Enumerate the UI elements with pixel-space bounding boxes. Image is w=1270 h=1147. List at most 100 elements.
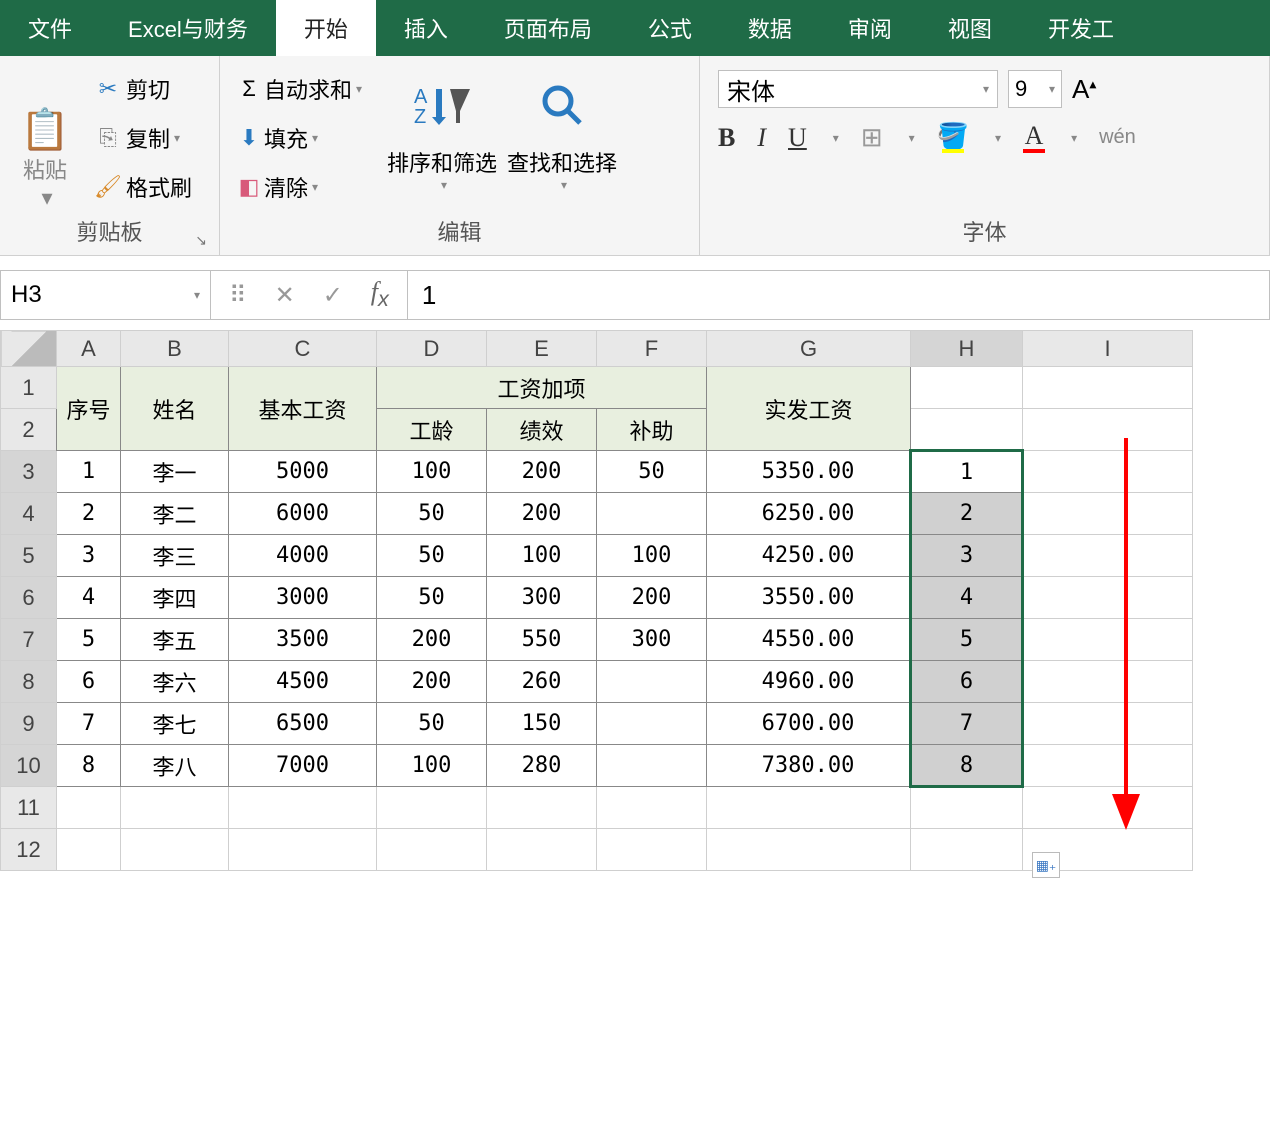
cell[interactable]: 300 <box>597 619 707 661</box>
cell[interactable] <box>707 787 911 829</box>
cell[interactable]: 8 <box>57 745 121 787</box>
cell[interactable]: 200 <box>377 661 487 703</box>
tab-file[interactable]: 文件 <box>0 0 100 56</box>
fill-button[interactable]: ⬇填充▾ <box>230 120 366 156</box>
phonetic-button[interactable]: wén <box>1099 126 1136 149</box>
cell[interactable] <box>57 829 121 871</box>
row-header[interactable]: 3 <box>1 451 57 493</box>
row-header[interactable]: 2 <box>1 409 57 451</box>
chevron-down-icon[interactable]: ▾ <box>1071 131 1077 145</box>
cell[interactable]: 50 <box>377 703 487 745</box>
row-header[interactable]: 10 <box>1 745 57 787</box>
clear-button[interactable]: ◧清除▾ <box>230 169 366 205</box>
row-header[interactable]: 8 <box>1 661 57 703</box>
cell[interactable] <box>597 703 707 745</box>
row-header[interactable]: 12 <box>1 829 57 871</box>
cell[interactable]: 3550.00 <box>707 577 911 619</box>
cell[interactable]: 100 <box>597 535 707 577</box>
col-header[interactable]: E <box>487 331 597 367</box>
cell[interactable]: 6 <box>57 661 121 703</box>
italic-button[interactable]: I <box>757 123 766 153</box>
cell[interactable]: 550 <box>487 619 597 661</box>
cell[interactable]: 5 <box>57 619 121 661</box>
tab-page-layout[interactable]: 页面布局 <box>476 0 620 56</box>
cell[interactable]: 李八 <box>121 745 229 787</box>
copy-button[interactable]: ⎘复制▾ <box>90 120 196 156</box>
cell[interactable]: 4000 <box>229 535 377 577</box>
row-header[interactable]: 11 <box>1 787 57 829</box>
row-header[interactable]: 6 <box>1 577 57 619</box>
cell[interactable]: 200 <box>487 493 597 535</box>
autofill-options-button[interactable]: ▦₊ <box>1032 852 1060 878</box>
tab-developer[interactable]: 开发工 <box>1020 0 1142 56</box>
bold-button[interactable]: B <box>718 123 735 153</box>
cell[interactable] <box>597 745 707 787</box>
cell[interactable]: 50 <box>377 577 487 619</box>
cell[interactable]: 李一 <box>121 451 229 493</box>
paste-button[interactable]: 📋 粘贴 ▾ <box>10 64 80 211</box>
borders-button[interactable]: ⊞ <box>861 122 883 153</box>
col-header[interactable]: I <box>1023 331 1193 367</box>
row-header[interactable]: 7 <box>1 619 57 661</box>
cell[interactable] <box>911 409 1023 451</box>
formula-input[interactable]: 1 <box>408 271 1269 319</box>
cell[interactable]: 补助 <box>597 409 707 451</box>
row-header[interactable]: 9 <box>1 703 57 745</box>
cell[interactable]: 工龄 <box>377 409 487 451</box>
cell[interactable] <box>121 787 229 829</box>
select-all-corner[interactable] <box>1 331 57 367</box>
cell[interactable]: 150 <box>487 703 597 745</box>
cell[interactable]: 50 <box>377 493 487 535</box>
cell[interactable]: 5350.00 <box>707 451 911 493</box>
font-size-select[interactable]: 9▾ <box>1008 70 1062 108</box>
cell[interactable] <box>597 661 707 703</box>
cell[interactable] <box>597 493 707 535</box>
cell[interactable]: 5000 <box>229 451 377 493</box>
cell[interactable]: 1 <box>57 451 121 493</box>
cell[interactable]: 8 <box>911 745 1023 787</box>
cut-button[interactable]: ✂剪切 <box>90 71 196 107</box>
cell[interactable]: 260 <box>487 661 597 703</box>
cell[interactable]: 280 <box>487 745 597 787</box>
cell[interactable]: 50 <box>377 535 487 577</box>
cell[interactable]: 4550.00 <box>707 619 911 661</box>
cell[interactable]: 3500 <box>229 619 377 661</box>
chevron-down-icon[interactable]: ▾ <box>909 131 915 145</box>
autosum-button[interactable]: Σ自动求和▾ <box>230 71 366 107</box>
cell[interactable] <box>377 829 487 871</box>
cell[interactable]: 7380.00 <box>707 745 911 787</box>
cell[interactable]: 100 <box>377 745 487 787</box>
cell[interactable]: 4250.00 <box>707 535 911 577</box>
font-name-select[interactable]: 宋体▾ <box>718 70 998 108</box>
cell[interactable] <box>911 787 1023 829</box>
chevron-down-icon[interactable]: ▾ <box>833 131 839 145</box>
tab-review[interactable]: 审阅 <box>820 0 920 56</box>
col-header[interactable]: D <box>377 331 487 367</box>
dialog-launcher-icon[interactable]: ↘ <box>195 232 207 249</box>
cell[interactable] <box>597 829 707 871</box>
cell[interactable]: 1 <box>911 451 1023 493</box>
col-header[interactable]: F <box>597 331 707 367</box>
cell[interactable]: 李六 <box>121 661 229 703</box>
cell[interactable]: 3000 <box>229 577 377 619</box>
cell[interactable] <box>707 829 911 871</box>
cell[interactable]: 7 <box>911 703 1023 745</box>
cell[interactable] <box>487 787 597 829</box>
find-select-button[interactable]: 查找和选择 ▾ <box>502 64 622 211</box>
cell[interactable]: 姓名 <box>121 367 229 451</box>
cell[interactable]: 200 <box>487 451 597 493</box>
col-header[interactable]: C <box>229 331 377 367</box>
cell[interactable]: 6700.00 <box>707 703 911 745</box>
enter-icon[interactable]: ✓ <box>323 281 343 310</box>
cell[interactable]: 李四 <box>121 577 229 619</box>
cell[interactable]: 5 <box>911 619 1023 661</box>
cell[interactable]: 6500 <box>229 703 377 745</box>
chevron-down-icon[interactable]: ▾ <box>995 131 1001 145</box>
tab-insert[interactable]: 插入 <box>376 0 476 56</box>
cell[interactable]: 序号 <box>57 367 121 451</box>
cell[interactable]: 7000 <box>229 745 377 787</box>
col-header[interactable]: B <box>121 331 229 367</box>
cell[interactable] <box>229 787 377 829</box>
cell[interactable]: 绩效 <box>487 409 597 451</box>
cell[interactable]: 李七 <box>121 703 229 745</box>
